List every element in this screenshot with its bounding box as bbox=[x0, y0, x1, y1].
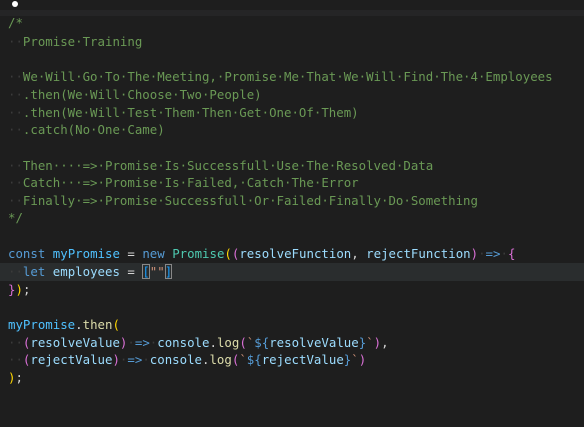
keyword-let: let bbox=[22, 264, 46, 279]
code-line: ··(resolveValue)·=>·console.log(`${resol… bbox=[8, 335, 389, 350]
code-line: ··.then(We·Will·Choose·Two·People) bbox=[8, 87, 262, 102]
code-line: ··.catch(No·One·Came) bbox=[8, 122, 165, 137]
code-line: const myPromise = new Promise((resolveFu… bbox=[8, 246, 516, 261]
comment-text: Catch···=>·Promise·Is·Failed,·Catch·The·… bbox=[22, 175, 359, 190]
comment-text: .catch(No·One·Came) bbox=[22, 122, 165, 137]
code-line: ); bbox=[8, 370, 23, 385]
comment-text: Then····=>·Promise·Is·Successfull·Use·Th… bbox=[22, 158, 434, 173]
code-line: ··Finally·=>·Promise·Successfull·Or·Fail… bbox=[8, 193, 478, 208]
identifier-employees: employees bbox=[52, 264, 120, 279]
code-line: ··.then(We·Will·Test·Them·Then·Get·One·O… bbox=[8, 105, 359, 120]
class-Promise: Promise bbox=[172, 246, 225, 261]
code-line-current: ··let employees = [""] bbox=[0, 263, 584, 281]
code-line: myPromise.then( bbox=[8, 317, 120, 332]
comment-text: .then(We·Will·Test·Them·Then·Get·One·Of·… bbox=[22, 105, 359, 120]
identifier-myPromise: myPromise bbox=[52, 246, 120, 261]
comment-text: Finally·=>·Promise·Successfull·Or·Failed… bbox=[22, 193, 478, 208]
window-dot-indicator bbox=[12, 1, 18, 7]
param-rejectFunction: rejectFunction bbox=[366, 246, 471, 261]
code-line: ··(rejectValue)·=>·console.log(`${reject… bbox=[8, 352, 367, 367]
comment-open: /* bbox=[8, 15, 23, 30]
comment-title: Promise·Training bbox=[22, 34, 143, 49]
keyword-const: const bbox=[8, 246, 46, 261]
code-line: }); bbox=[8, 282, 31, 297]
code-editor[interactable]: /* ··Promise·Training ··We·Will·Go·To·Th… bbox=[0, 14, 584, 427]
comment-text: .then(We·Will·Choose·Two·People) bbox=[22, 87, 262, 102]
comment-text: We·Will·Go·To·The·Meeting,·Promise·Me·Th… bbox=[22, 69, 553, 84]
param-rejectValue: rejectValue bbox=[30, 352, 113, 367]
code-line: ··Catch···=>·Promise·Is·Failed,·Catch·Th… bbox=[8, 175, 359, 190]
code-line: */ bbox=[8, 209, 23, 227]
code-line: ··We·Will·Go·To·The·Meeting,·Promise·Me·… bbox=[8, 69, 553, 84]
keyword-new: new bbox=[142, 246, 165, 261]
code-line: /* bbox=[8, 14, 23, 32]
code-line: ··Then····=>·Promise·Is·Successfull·Use·… bbox=[8, 158, 434, 173]
string-empty: "" bbox=[149, 264, 165, 279]
code-line: ··Promise·Training bbox=[8, 34, 143, 49]
param-resolveFunction: resolveFunction bbox=[239, 246, 352, 261]
param-resolveValue: resolveValue bbox=[30, 335, 120, 350]
comment-close: */ bbox=[8, 210, 23, 225]
arrow-operator: => bbox=[485, 246, 501, 261]
operator-assign: = bbox=[127, 246, 135, 261]
